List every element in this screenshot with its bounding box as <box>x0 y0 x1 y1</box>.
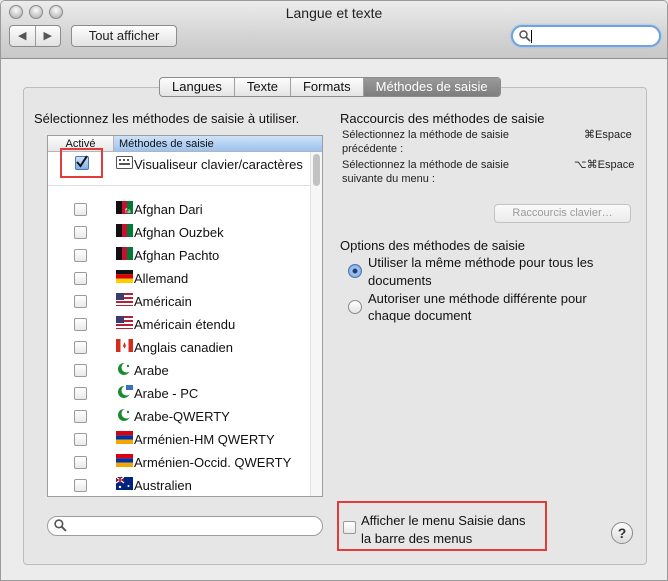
radio-same-method-label-1: Utiliser la même méthode pour tous les <box>368 255 594 270</box>
radio-different-method[interactable] <box>348 300 362 314</box>
checkbox[interactable] <box>74 272 87 285</box>
back-icon[interactable]: ◀ <box>10 26 36 46</box>
flag-canada-icon <box>116 339 133 352</box>
shortcut-next-label-1: Sélectionnez la méthode de saisie <box>342 159 509 171</box>
shortcut-next-label-2: suivante du menu : <box>342 173 435 185</box>
keyboard-viewer-icon <box>116 156 133 169</box>
search-icon <box>519 30 531 42</box>
checkbox[interactable] <box>74 387 87 400</box>
titlebar: Langue et texte ◀ ▶ Tout afficher <box>1 1 667 59</box>
list-item[interactable]: Américain <box>48 290 310 313</box>
list-item-label: Visualiseur clavier/caractères <box>134 157 303 172</box>
radio-same-method[interactable] <box>348 264 362 278</box>
list-separator <box>48 185 310 186</box>
search-icon <box>54 519 67 532</box>
checkbox[interactable] <box>74 479 87 492</box>
list-item-label: Américain <box>134 294 192 309</box>
list-item[interactable]: Afghan Ouzbek <box>48 221 310 244</box>
tab-methodes-de-saisie[interactable]: Méthodes de saisie <box>363 78 500 96</box>
crescent-icon <box>118 385 133 398</box>
list-item[interactable]: Allemand <box>48 267 310 290</box>
flag-afghanistan-icon <box>116 247 133 260</box>
tab-formats[interactable]: Formats <box>291 78 364 96</box>
checkbox[interactable] <box>74 249 87 262</box>
list-item-label: Arménien-Occid. QWERTY <box>134 455 292 470</box>
list-item[interactable]: Américain étendu <box>48 313 310 336</box>
list-item[interactable]: fa Afghan Dari <box>48 198 310 221</box>
help-button[interactable]: ? <box>611 522 633 544</box>
input-methods-list: Activé Méthodes de saisie Visualiseur cl… <box>47 135 323 497</box>
text-caret <box>531 30 532 43</box>
flag-afghanistan-icon: fa <box>116 201 133 214</box>
list-item-label: Arabe - PC <box>134 386 199 401</box>
list-item-label: Arabe <box>134 363 169 378</box>
preferences-search-input[interactable] <box>511 25 661 47</box>
list-item[interactable]: Australien <box>48 474 310 496</box>
input-method-search-input[interactable] <box>47 516 323 536</box>
list-item-label: Arménien-HM QWERTY <box>134 432 275 447</box>
checkbox[interactable] <box>74 226 87 239</box>
keyboard-shortcuts-button[interactable]: Raccourcis clavier… <box>494 204 631 223</box>
list-scrollbar[interactable] <box>310 152 322 496</box>
list-item[interactable]: Arabe <box>48 359 310 382</box>
list-item-label: Afghan Dari <box>134 202 203 217</box>
list-item[interactable]: Arabe - PC <box>48 382 310 405</box>
list-item[interactable]: Arménien-HM QWERTY <box>48 428 310 451</box>
input-methods-heading: Sélectionnez les méthodes de saisie à ut… <box>34 111 300 126</box>
forward-icon[interactable]: ▶ <box>36 26 61 46</box>
back-forward-control: ◀ ▶ <box>9 25 61 47</box>
crescent-icon <box>118 362 132 375</box>
shortcut-previous-label-2: précédente : <box>342 143 404 155</box>
checkbox[interactable] <box>74 456 87 469</box>
scrollbar-thumb[interactable] <box>313 154 320 186</box>
window: Langue et texte ◀ ▶ Tout afficher Langue… <box>0 0 668 581</box>
shortcut-previous-key[interactable]: ⌘Espace <box>584 128 632 141</box>
flag-germany-icon <box>116 270 133 283</box>
tab-bar: Langues Texte Formats Méthodes de saisie <box>159 77 501 97</box>
checkbox[interactable] <box>74 203 87 216</box>
tab-langues[interactable]: Langues <box>160 78 235 96</box>
window-title: Langue et texte <box>285 5 383 21</box>
shortcuts-heading: Raccourcis des méthodes de saisie <box>340 111 545 126</box>
crescent-icon <box>118 408 132 421</box>
list-item-label: Américain étendu <box>134 317 236 332</box>
radio-same-method-label-2: documents <box>368 273 432 288</box>
radio-different-method-label-1: Autoriser une méthode différente pour <box>368 291 587 306</box>
flag-australia-icon <box>116 477 133 490</box>
options-heading: Options des méthodes de saisie <box>340 238 525 253</box>
flag-usa-icon <box>116 293 133 306</box>
checkbox[interactable] <box>74 364 87 377</box>
svg-text:fa: fa <box>125 208 131 214</box>
checkbox[interactable] <box>74 318 87 331</box>
list-item-label: Afghan Ouzbek <box>134 225 224 240</box>
shortcut-next-key[interactable]: ⌥⌘Espace <box>574 158 634 171</box>
flag-armenia-icon <box>116 454 133 467</box>
list-item[interactable]: Afghan Pachto <box>48 244 310 267</box>
radio-different-method-label-2: chaque document <box>368 308 472 323</box>
checkbox[interactable] <box>74 410 87 423</box>
list-item-label: Australien <box>134 478 192 493</box>
checkbox[interactable] <box>74 341 87 354</box>
list-item-label: Allemand <box>134 271 189 286</box>
list-item[interactable]: Anglais canadien <box>48 336 310 359</box>
tab-texte[interactable]: Texte <box>235 78 291 96</box>
show-all-button[interactable]: Tout afficher <box>71 25 177 47</box>
list-item[interactable]: Arménien-Occid. QWERTY <box>48 451 310 474</box>
highlight-box <box>337 501 547 551</box>
flag-armenia-icon <box>116 431 133 444</box>
checkbox[interactable] <box>74 295 87 308</box>
list-item-label: Arabe-QWERTY <box>134 409 230 424</box>
list-item-label: Afghan Pachto <box>134 248 220 263</box>
checkbox[interactable] <box>74 433 87 446</box>
shortcut-previous-label-1: Sélectionnez la méthode de saisie <box>342 129 509 141</box>
column-header-methods[interactable]: Méthodes de saisie <box>114 136 322 151</box>
highlight-box <box>60 148 103 178</box>
list-item-label: Anglais canadien <box>134 340 234 355</box>
flag-usa-icon <box>116 316 133 329</box>
list-item[interactable]: Arabe-QWERTY <box>48 405 310 428</box>
flag-afghanistan-icon <box>116 224 133 237</box>
